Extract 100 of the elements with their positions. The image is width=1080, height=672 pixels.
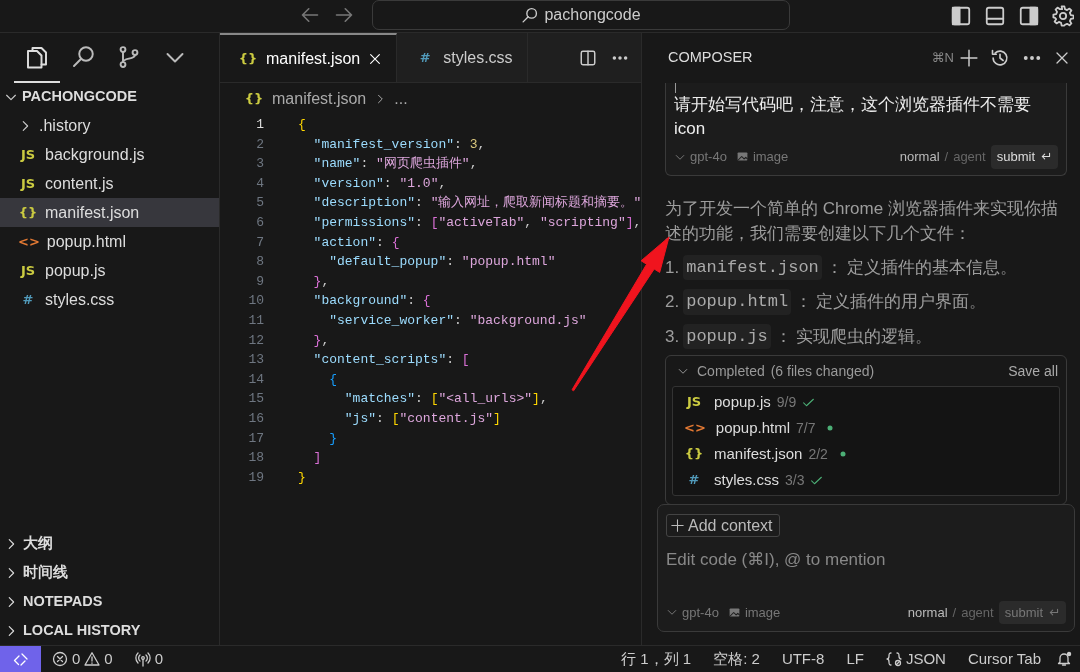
panel-header[interactable]: 时间线 — [0, 558, 219, 587]
line-number: 9 — [255, 272, 264, 291]
back-arrow-icon[interactable] — [300, 5, 320, 25]
changed-file[interactable]: <> popup.html 7/7 — [673, 415, 1059, 441]
line-number: 3 — [255, 155, 264, 174]
code-line: "content_scripts": [ — [312, 351, 470, 370]
editor-tab[interactable]: {} manifest.json — [220, 33, 398, 82]
list-number: 1. — [665, 256, 680, 279]
inline-code: manifest.json — [683, 254, 822, 280]
status-item[interactable]: 行 1，列 1 — [614, 647, 699, 671]
code-line: "service_worker": "background.js" — [328, 311, 587, 330]
punctuation: ： — [774, 325, 792, 348]
line-number: 13 — [247, 351, 264, 370]
line-number: 1 — [255, 116, 264, 134]
image-button[interactable]: image — [735, 147, 789, 167]
file-item[interactable]: JS background.js — [0, 140, 219, 169]
code-line: "description": "输入网址，爬取新闻标题和摘要。" — [312, 194, 641, 213]
line-number: 5 — [255, 194, 264, 213]
line-number: 10 — [247, 292, 264, 311]
separator: / — [944, 148, 949, 166]
close-icon[interactable] — [368, 51, 383, 66]
save-all-link[interactable]: Save all — [1008, 360, 1060, 382]
model-selector[interactable]: gpt-4o — [666, 602, 719, 622]
list-number: 3. — [665, 325, 680, 348]
file-item[interactable]: <> popup.html — [0, 227, 219, 256]
panel-header[interactable]: 大纲 — [0, 529, 219, 558]
line-number: 15 — [247, 390, 264, 409]
step-text: 定义插件的基本信息。 — [846, 256, 1017, 279]
file-type-icon: {} — [18, 202, 38, 223]
file-item[interactable]: JS content.js — [0, 169, 219, 198]
message-text: 请开始写代码吧，注意，这个浏览器插件不需要icon — [674, 94, 1032, 140]
code-line: "background": { — [312, 292, 431, 311]
settings-icon[interactable] — [1052, 5, 1074, 27]
line-number: 8 — [255, 253, 264, 272]
file-item[interactable]: {} manifest.json — [0, 198, 219, 227]
panel-header[interactable]: NOTEPADS — [0, 587, 219, 616]
remote-button[interactable] — [0, 645, 41, 672]
separator: / — [952, 603, 957, 622]
image-icon — [735, 150, 749, 164]
code-line: "matches": ["<all_urls>"], — [343, 390, 548, 409]
image-button[interactable]: image — [727, 602, 781, 622]
code-line: { — [328, 370, 337, 389]
inline-code: popup.js — [683, 323, 771, 349]
code-line: "permissions": ["activeTab", "scripting"], — [312, 213, 641, 232]
status-item[interactable]: 空格: 2 — [706, 647, 767, 671]
file-item[interactable]: .history — [0, 111, 219, 140]
search-field[interactable]: pachongcode — [372, 0, 790, 30]
shortcut-hint: ⌘N — [931, 49, 954, 68]
changes-toggle[interactable]: Completed — [677, 360, 765, 382]
line-number: 12 — [247, 331, 264, 350]
close-icon[interactable] — [1054, 50, 1070, 66]
plus-icon[interactable] — [960, 49, 978, 67]
submit-button[interactable]: submit — [990, 145, 1058, 169]
line-number: 2 — [255, 135, 264, 154]
code-line: } — [328, 429, 337, 448]
mode-option[interactable]: normal — [907, 602, 948, 622]
file-item[interactable]: JS popup.js — [0, 256, 219, 285]
ports-indicator[interactable]: 0 — [127, 647, 171, 671]
prompt-field[interactable]: Edit code (⌘I), @ to mention — [666, 547, 1066, 573]
status-item[interactable]: Cursor Tab — [960, 647, 1048, 671]
model-selector[interactable]: gpt-4o — [674, 147, 727, 167]
line-number: 7 — [255, 233, 264, 252]
changed-file[interactable]: # styles.css 3/3 — [673, 467, 1059, 493]
file-type-icon: JS — [18, 144, 38, 165]
notifications-icon[interactable] — [1056, 651, 1072, 667]
code-line: "js": ["content.js"] — [343, 409, 501, 428]
file-type-icon: # — [18, 289, 38, 310]
file-item[interactable]: # styles.css — [0, 285, 219, 314]
folder-title[interactable]: PACHONGCODE — [22, 86, 137, 108]
changed-file[interactable]: {} manifest.json 2/2 — [673, 441, 1059, 467]
code-line: "default_popup": "popup.html" — [328, 253, 556, 272]
panel-header[interactable]: LOCAL HISTORY — [0, 616, 219, 645]
add-context-button[interactable]: Add context — [666, 514, 780, 537]
code-line: }, — [312, 272, 330, 291]
breadcrumb-item[interactable]: manifest.json — [272, 87, 367, 111]
code-line: "manifest_version": 3, — [312, 135, 486, 154]
search-icon — [71, 45, 95, 69]
changed-file[interactable]: JS popup.js 9/9 — [673, 389, 1059, 415]
warning-icon — [84, 651, 101, 667]
panel-title: COMPOSER — [668, 48, 753, 68]
breadcrumb-item[interactable]: ... — [394, 87, 408, 111]
language-indicator[interactable]: JSON — [878, 647, 953, 671]
status-item[interactable]: UTF-8 — [774, 647, 832, 671]
split-editor-icon[interactable] — [579, 48, 597, 67]
forward-arrow-icon[interactable] — [334, 5, 354, 25]
file-type-icon: {} — [244, 89, 264, 109]
panel-toggle-icon[interactable] — [984, 5, 1006, 27]
line-number: 4 — [255, 174, 264, 193]
status-item[interactable]: LF — [839, 647, 871, 671]
mode-option[interactable]: normal — [899, 147, 940, 167]
line-number: 11 — [247, 311, 264, 330]
code-line: "action": { — [312, 233, 400, 252]
history-icon[interactable] — [990, 48, 1010, 68]
response-text: 为了开发一个简单的 Chrome 浏览器插件来实现你描述的功能，我们需要创建以下几个文件： — [665, 197, 1059, 245]
code-line: "name": "网页爬虫插件", — [312, 155, 478, 174]
primary-sidebar-toggle-icon[interactable] — [950, 5, 972, 27]
line-number: 19 — [247, 468, 264, 487]
problems-indicator[interactable]: 0 0 — [45, 647, 120, 671]
secondary-sidebar-toggle-icon[interactable] — [1018, 5, 1040, 27]
plus-icon — [671, 519, 684, 532]
